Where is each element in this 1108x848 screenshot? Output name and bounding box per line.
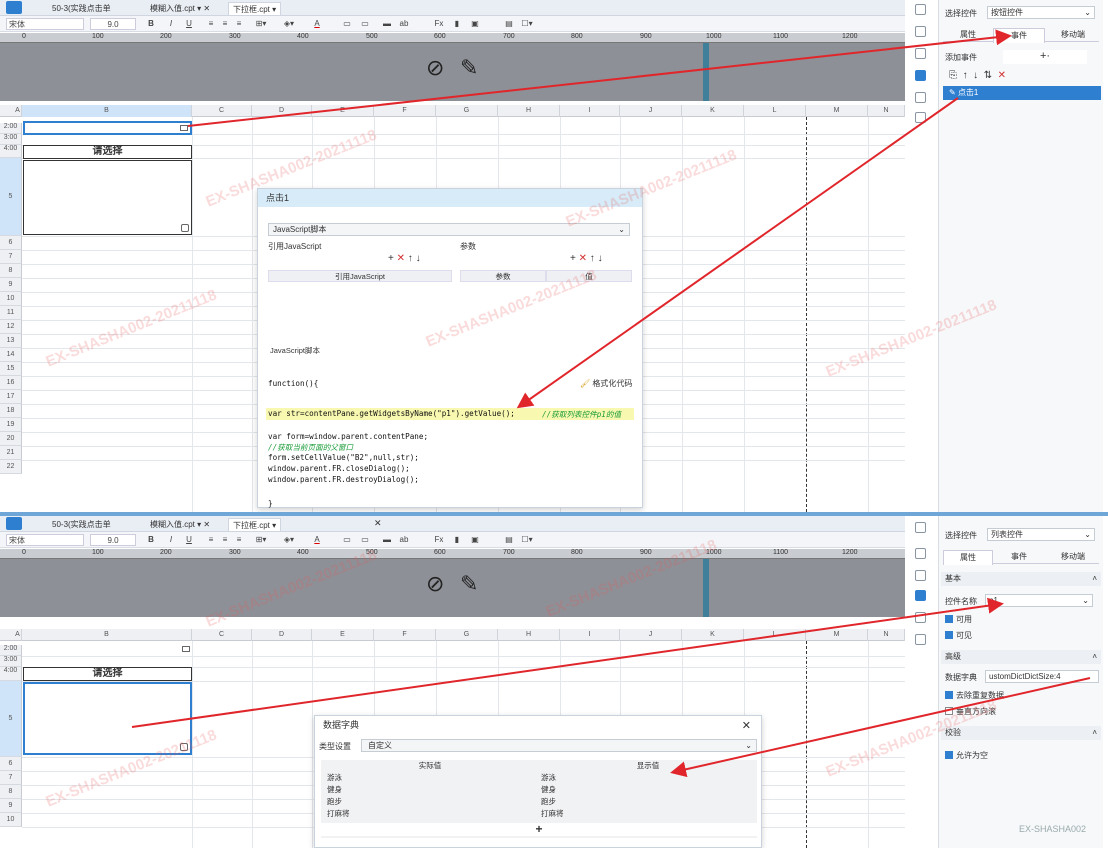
arrow-event-to-code bbox=[516, 97, 959, 409]
annotation-arrows bbox=[131, 29, 1091, 778]
arrow-list-to-name bbox=[131, 597, 1004, 728]
arrow-dict-to-dialog bbox=[670, 677, 1091, 778]
arrow-button-to-events bbox=[187, 29, 1012, 127]
